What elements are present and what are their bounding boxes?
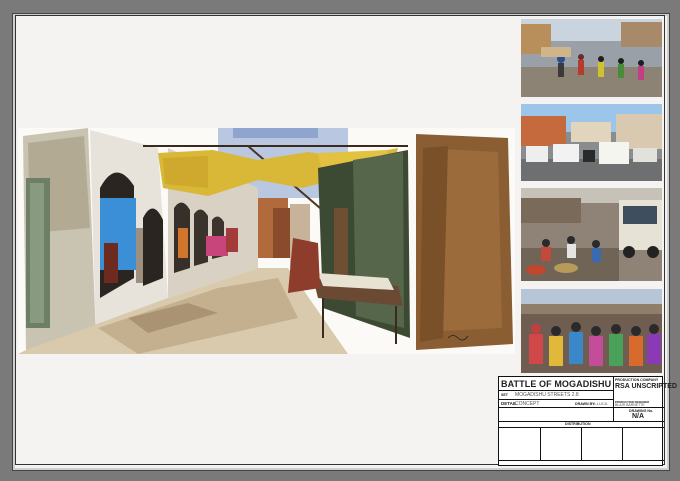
drawing-sheet: BATTLE OF MOGADISHU PRODUCTION COMPANY R… [0, 0, 680, 481]
distribution-label: DISTRIBUTION [565, 422, 591, 426]
drawing-no: N/A [632, 413, 645, 420]
set-value: MOGADISHU STREETS 2.8 [515, 392, 579, 398]
divider [540, 428, 541, 460]
drawn-by-label: DRAWN BY [575, 402, 595, 406]
reference-photo-3 [521, 188, 662, 281]
distribution-bottom [499, 460, 664, 461]
drawn-by-value: A.LUCA [593, 401, 608, 406]
reference-photo-4 [521, 289, 662, 373]
title-block: BATTLE OF MOGADISHU PRODUCTION COMPANY R… [498, 376, 677, 466]
divider [613, 377, 614, 401]
info-row: DRAWING No. N/A [499, 408, 664, 422]
production-company-label: PRODUCTION COMPANY [615, 378, 659, 382]
divider [622, 428, 623, 460]
reference-photo-2 [521, 104, 662, 181]
set-row: SET MOGADISHU STREETS 2.8 [499, 391, 613, 400]
title-row: BATTLE OF MOGADISHU [499, 377, 613, 391]
reference-photo-1 [521, 19, 662, 97]
divider [581, 428, 582, 460]
detail-value: CONCEPT [515, 401, 540, 407]
project-title: BATTLE OF MOGADISHU [501, 379, 612, 389]
concept-art-image [18, 128, 515, 354]
production-designer: BLAIR BARNETTE [615, 403, 645, 407]
detail-row: DETAIL CONCEPT DRAWN BY A.LUCA PRODUCTIO… [499, 400, 664, 408]
set-label: SET [501, 393, 508, 397]
production-company: RSA UNSCRIPTED [615, 383, 677, 390]
